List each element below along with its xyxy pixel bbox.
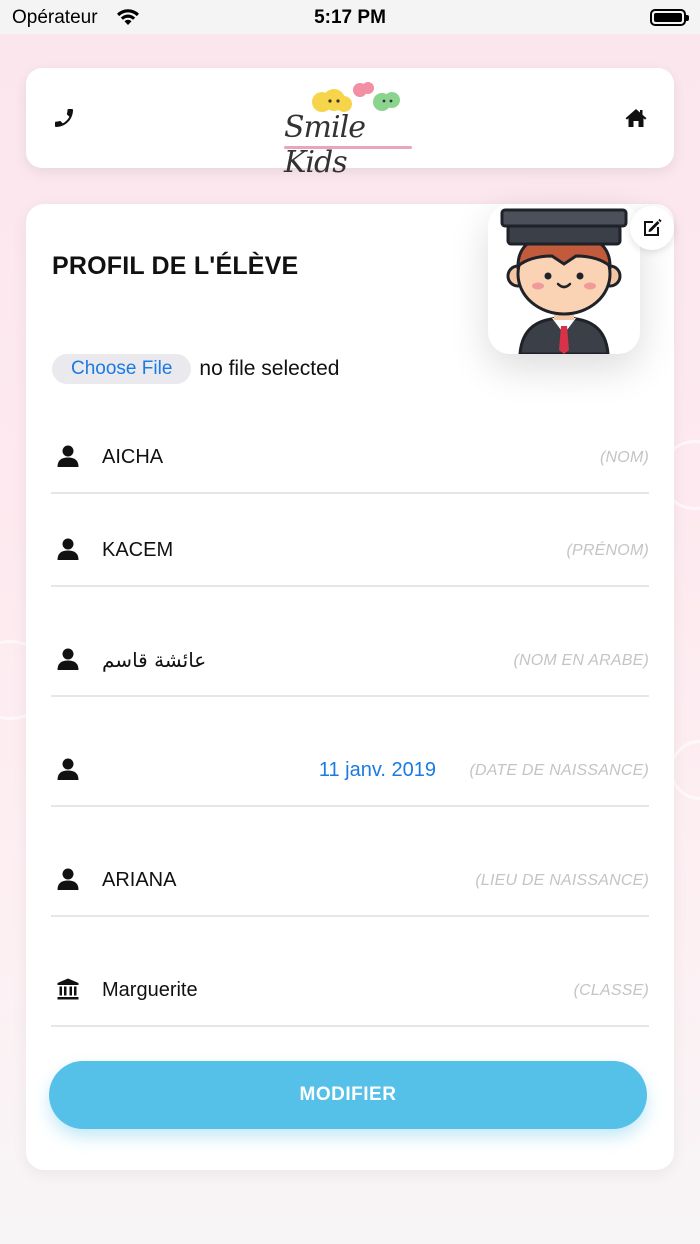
user-icon	[57, 538, 79, 560]
date-naissance-label: (DATE DE NAISSANCE)	[469, 762, 649, 779]
edit-avatar-button[interactable]	[630, 206, 674, 250]
user-icon	[57, 758, 79, 780]
user-icon	[57, 445, 79, 467]
student-graduate-avatar	[500, 208, 628, 354]
page-title: PROFIL DE L'ÉLÈVE	[52, 252, 299, 280]
student-profile-card: PROFIL DE L'ÉLÈVE Choose File no file se…	[26, 204, 674, 1170]
header-bar: Smile Kids	[26, 68, 674, 180]
field-nom-arabe[interactable]: عائشة قاسم (NOM EN ARABE)	[51, 629, 649, 697]
lieu-naissance-label: (LIEU DE NAISSANCE)	[475, 872, 649, 889]
nom-arabe-label: (NOM EN ARABE)	[513, 652, 649, 669]
nom-label: (NOM)	[600, 449, 649, 466]
field-nom[interactable]: AICHA (NOM)	[51, 426, 649, 494]
home-icon[interactable]	[624, 106, 648, 130]
choose-file-button[interactable]: Choose File	[52, 354, 192, 384]
status-time: 5:17 PM	[314, 7, 386, 28]
field-date-naissance[interactable]: 11 janv. 2019 (DATE DE NAISSANCE)	[51, 739, 649, 807]
field-lieu-naissance[interactable]: ARIANA (LIEU DE NAISSANCE)	[51, 849, 649, 917]
battery-level	[654, 13, 682, 22]
field-prenom[interactable]: KACEM (PRÉNOM)	[51, 519, 649, 587]
status-bar: Opérateur 5:17 PM	[0, 0, 700, 34]
classe-value: Marguerite	[102, 979, 198, 1001]
background-doodle	[670, 740, 700, 800]
smile-kids-logo: Smile Kids	[278, 80, 418, 180]
school-building-icon	[57, 978, 79, 1000]
prenom-label: (PRÉNOM)	[566, 542, 649, 559]
user-icon	[57, 648, 79, 670]
nom-value: AICHA	[102, 446, 164, 468]
prenom-value: KACEM	[102, 539, 174, 561]
lieu-naissance-value: ARIANA	[102, 869, 177, 891]
edit-icon	[644, 218, 662, 236]
logo-tagline-line	[284, 146, 412, 149]
modifier-button[interactable]: MODIFIER	[49, 1061, 647, 1129]
phone-icon[interactable]	[52, 106, 76, 130]
student-avatar	[488, 204, 640, 354]
user-icon	[57, 868, 79, 890]
classe-label: (CLASSE)	[573, 982, 649, 999]
battery-icon	[650, 9, 689, 26]
file-picker: Choose File no file selected	[52, 354, 339, 384]
file-status: no file selected	[199, 357, 340, 380]
logo-text: Smile Kids	[284, 110, 366, 180]
field-classe[interactable]: Marguerite (CLASSE)	[51, 959, 649, 1027]
nom-arabe-value: عائشة قاسم	[102, 648, 207, 672]
date-naissance-picker[interactable]: 11 janv. 2019	[319, 759, 436, 782]
